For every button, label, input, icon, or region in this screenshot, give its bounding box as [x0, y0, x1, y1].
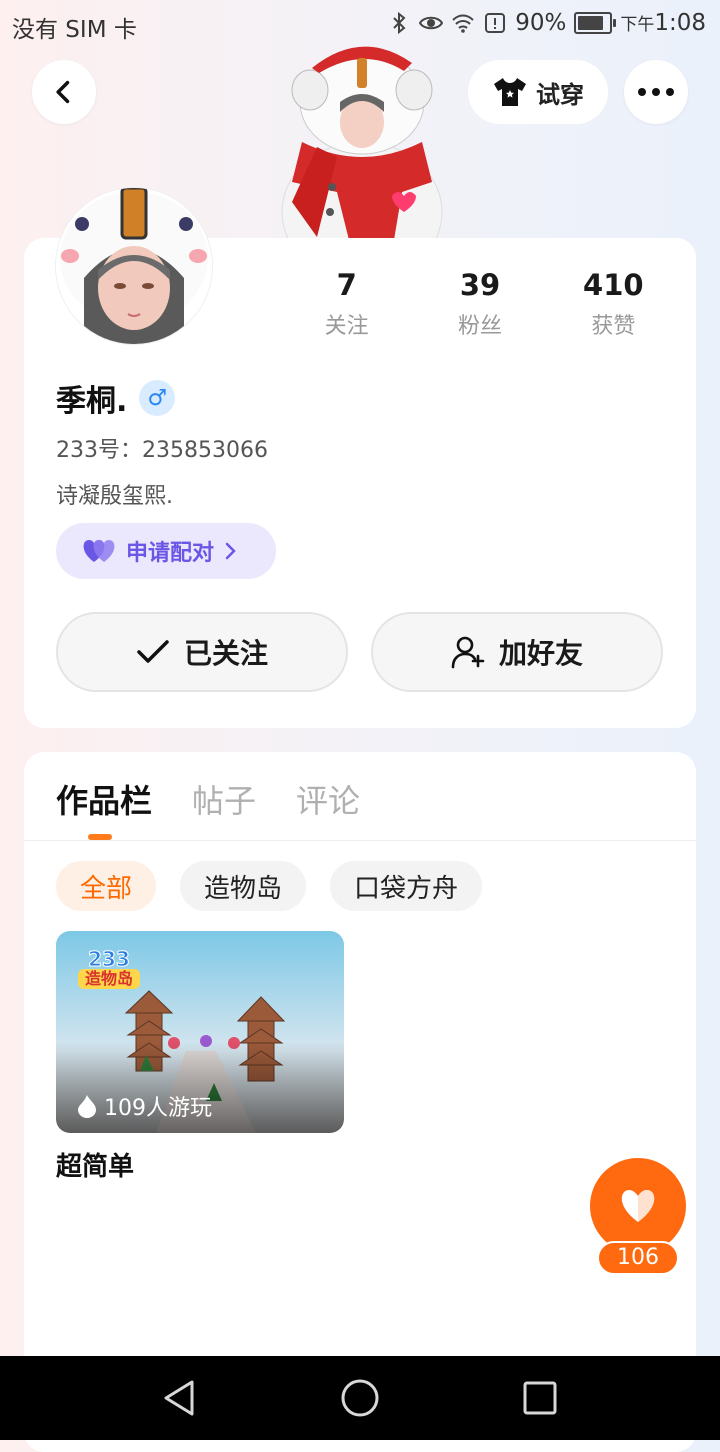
- following-button[interactable]: 已关注: [56, 612, 348, 692]
- stat-label: 关注: [324, 314, 369, 339]
- alert-icon: [485, 13, 506, 33]
- status-icons: 90% 下午1:08: [387, 10, 706, 36]
- tab-works[interactable]: 作品栏: [56, 776, 152, 822]
- check-icon: [137, 640, 169, 663]
- avatar-image: [56, 188, 212, 344]
- battery-percent: 90%: [515, 10, 567, 36]
- stat-label: 获赞: [591, 314, 636, 339]
- avatar-3d-figure: [281, 46, 443, 238]
- carrier-label: 没有 SIM 卡: [12, 17, 137, 43]
- tab-comments[interactable]: 评论: [296, 776, 360, 822]
- add-friend-label: 加好友: [498, 637, 583, 670]
- avatar[interactable]: [56, 188, 212, 344]
- try-on-button[interactable]: 试穿: [468, 60, 608, 124]
- battery-icon: [574, 12, 617, 34]
- stat-value: 410: [583, 268, 644, 302]
- filter-chips: 全部 造物岛 口袋方舟: [56, 861, 483, 911]
- bluetooth-icon: [393, 11, 406, 35]
- name-row: 季桐. ♂: [56, 376, 176, 420]
- back-triangle-icon[interactable]: [158, 1376, 202, 1420]
- recents-square-icon[interactable]: [518, 1376, 562, 1420]
- request-pair-label: 申请配对: [126, 541, 215, 566]
- user-id: 233号：235853066: [56, 438, 268, 463]
- male-gender-icon: ♂: [139, 380, 176, 416]
- game-logo-badge: 233 造物岛: [78, 949, 140, 989]
- time-prefix: 下午: [620, 15, 655, 35]
- more-button[interactable]: [624, 60, 688, 124]
- add-friend-button[interactable]: 加好友: [371, 612, 663, 692]
- battery-fill: [578, 16, 604, 30]
- request-pair-button[interactable]: 申请配对: [56, 523, 276, 579]
- clock: 1:08: [654, 10, 706, 36]
- navigation-bar: [0, 1356, 720, 1440]
- user-name: 季桐.: [56, 384, 128, 419]
- chevron-right-icon: [225, 542, 236, 560]
- tshirt-icon: [494, 78, 526, 106]
- back-button[interactable]: [32, 60, 96, 124]
- stat-likes[interactable]: 410 获赞: [547, 268, 680, 340]
- stat-label: 粉丝: [457, 314, 502, 339]
- tab-divider: [24, 840, 696, 841]
- game-logo-number: 233: [88, 947, 131, 971]
- status-bar: 没有 SIM 卡 90% 下午1:08: [0, 0, 720, 48]
- more-icon: [638, 88, 674, 96]
- heart-icon: [621, 1190, 655, 1222]
- chevron-left-icon: [56, 80, 70, 104]
- following-label: 已关注: [183, 637, 268, 670]
- double-heart-icon: [83, 540, 115, 562]
- add-user-icon: [451, 636, 485, 669]
- stat-fans[interactable]: 39 粉丝: [413, 268, 546, 340]
- stats-row: 7 关注 39 粉丝 410 获赞: [280, 268, 680, 340]
- game-players: 109人游玩: [76, 1090, 212, 1122]
- stat-value: 39: [459, 268, 501, 302]
- stat-value: 7: [336, 268, 357, 302]
- filter-pocket-ark[interactable]: 口袋方舟: [330, 861, 483, 911]
- home-circle-icon[interactable]: [338, 1376, 382, 1420]
- user-bio: 诗凝殷玺熙.: [56, 484, 173, 509]
- content-tabs: 作品栏 帖子 评论: [56, 776, 360, 822]
- like-button[interactable]: [590, 1158, 686, 1254]
- filter-all[interactable]: 全部: [56, 861, 157, 911]
- try-on-label: 试穿: [536, 80, 584, 109]
- like-count: 106: [597, 1241, 679, 1275]
- game-logo-name: 造物岛: [78, 969, 140, 989]
- filter-creation-island[interactable]: 造物岛: [180, 861, 307, 911]
- game-players-count: 109人游玩: [104, 1096, 212, 1121]
- tab-posts[interactable]: 帖子: [192, 776, 256, 822]
- flame-icon: [78, 1095, 96, 1118]
- stat-following[interactable]: 7 关注: [280, 268, 413, 340]
- game-title[interactable]: 超简单: [56, 1146, 134, 1183]
- wifi-icon: [452, 14, 474, 33]
- eye-icon: [419, 16, 444, 30]
